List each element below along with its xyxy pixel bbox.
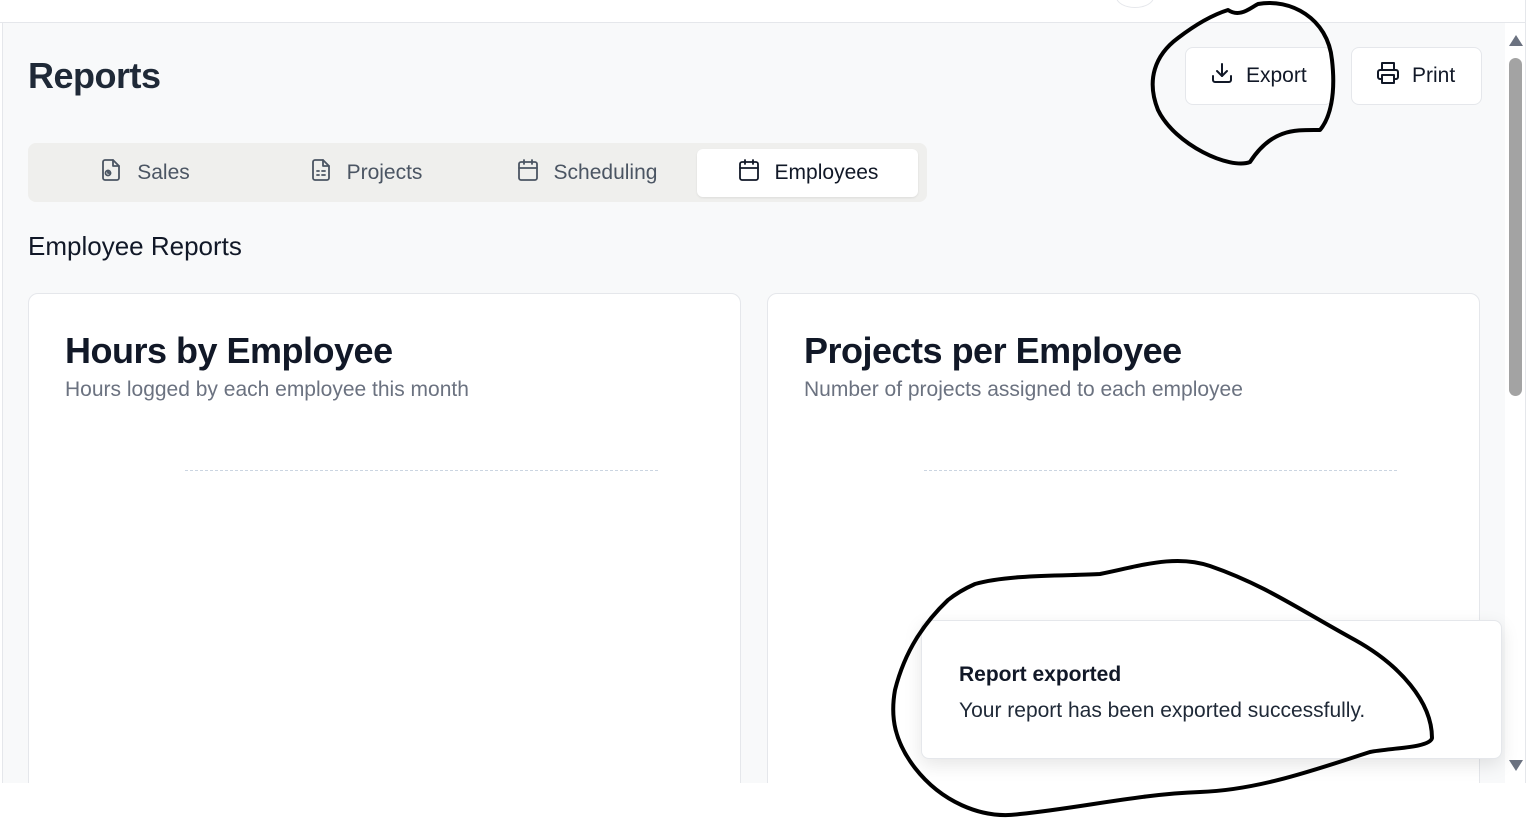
tab-scheduling[interactable]: Scheduling bbox=[476, 149, 697, 197]
scroll-down-arrow-icon[interactable] bbox=[1509, 760, 1523, 771]
card-title: Projects per Employee bbox=[804, 330, 1182, 371]
download-icon bbox=[1210, 61, 1234, 91]
profile-avatar-edge[interactable] bbox=[1116, 0, 1154, 8]
toast-notification[interactable]: Report exported Your report has been exp… bbox=[921, 620, 1502, 759]
tab-label: Projects bbox=[346, 160, 423, 184]
tab-projects[interactable]: Projects bbox=[255, 149, 476, 197]
hours-by-employee-card: Hours by Employee Hours logged by each e… bbox=[28, 293, 741, 783]
toast-title: Report exported bbox=[959, 663, 1122, 686]
page-title: Reports bbox=[28, 55, 161, 96]
chart-gridline bbox=[924, 470, 1397, 471]
card-subtitle: Number of projects assigned to each empl… bbox=[804, 378, 1243, 401]
chart-gridline bbox=[185, 470, 658, 471]
export-label: Export bbox=[1246, 64, 1307, 87]
printer-icon bbox=[1376, 61, 1400, 91]
tab-sales[interactable]: Sales bbox=[34, 149, 255, 197]
print-label: Print bbox=[1412, 64, 1456, 87]
card-subtitle: Hours logged by each employee this month bbox=[65, 378, 469, 401]
print-button[interactable]: Print bbox=[1351, 47, 1482, 105]
tab-label: Scheduling bbox=[553, 160, 658, 184]
calendar-icon bbox=[516, 158, 540, 188]
vertical-scrollbar[interactable] bbox=[1505, 23, 1525, 783]
calendar-icon bbox=[737, 158, 761, 188]
scroll-up-arrow-icon[interactable] bbox=[1509, 35, 1523, 46]
tab-label: Sales bbox=[137, 160, 190, 184]
window-edge bbox=[1525, 0, 1531, 783]
browser-top-bar bbox=[0, 0, 1531, 23]
tab-label: Employees bbox=[774, 160, 879, 184]
tab-employees[interactable]: Employees bbox=[697, 148, 918, 197]
export-button[interactable]: Export bbox=[1185, 47, 1333, 105]
report-actions: Export Print bbox=[1185, 47, 1482, 105]
file-chart-icon bbox=[99, 158, 123, 188]
card-title: Hours by Employee bbox=[65, 330, 393, 371]
viewport-bottom bbox=[0, 783, 1531, 822]
section-title: Employee Reports bbox=[28, 231, 242, 261]
file-text-icon bbox=[309, 158, 333, 188]
toast-description: Your report has been exported successful… bbox=[959, 699, 1366, 722]
report-tabs: Sales Projects Scheduling Employees bbox=[28, 143, 927, 202]
scroll-thumb[interactable] bbox=[1509, 58, 1522, 396]
